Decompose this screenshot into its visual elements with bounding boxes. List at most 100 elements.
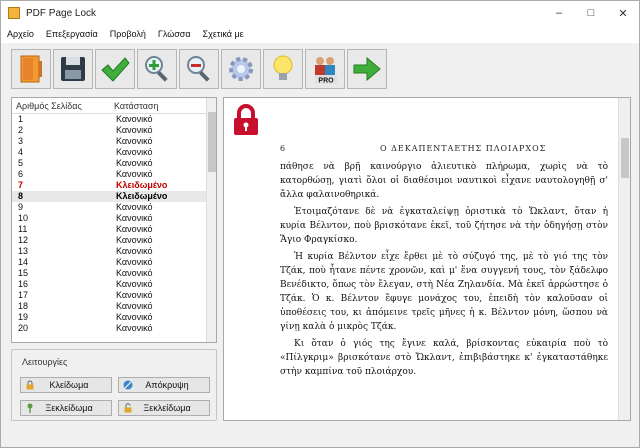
open-icon <box>20 55 42 83</box>
column-page-number[interactable]: Αριθμός Σελίδας <box>12 98 110 113</box>
status-cell: Κλειδωμένο <box>116 191 168 201</box>
page-number-cell: 8 <box>18 191 24 201</box>
status-cell: Κανονικό <box>116 202 153 212</box>
list-scrollbar-thumb[interactable] <box>208 112 216 172</box>
unlock-icon <box>124 403 132 413</box>
page-number-cell: 11 <box>18 224 28 234</box>
status-cell: Κανονικό <box>116 169 153 179</box>
list-item[interactable]: 4 Κανονικό <box>12 147 216 158</box>
list-item[interactable]: 7 Κλειδωμένο <box>12 180 216 191</box>
menu-file[interactable]: Αρχείο <box>7 29 34 39</box>
column-status[interactable]: Κατάσταση <box>110 98 206 113</box>
list-item[interactable]: 16 Κανονικό <box>12 279 216 290</box>
list-item[interactable]: 14 Κανονικό <box>12 257 216 268</box>
page-number-cell: 17 <box>18 290 29 300</box>
lock-button[interactable]: Κλείδωμα <box>20 377 112 393</box>
paragraph: Ἡ κυρία Βέλντον εἶχε ἔρθει μὲ τὸ σύζυγό … <box>280 252 608 332</box>
minimize-button[interactable]: – <box>543 1 575 25</box>
locked-page-icon <box>234 104 258 135</box>
maximize-button[interactable]: □ <box>575 1 607 25</box>
unlock-button-2[interactable]: Ξεκλείδωμα <box>118 400 210 416</box>
hide-button[interactable]: Απόκρυψη <box>118 377 210 393</box>
list-item[interactable]: 15 Κανονικό <box>12 268 216 279</box>
list-item[interactable]: 19 Κανονικό <box>12 312 216 323</box>
list-item[interactable]: 1 Κανονικό <box>12 114 216 125</box>
list-item[interactable]: 11 Κανονικό <box>12 224 216 235</box>
next-arrow-icon <box>353 56 381 82</box>
pro-users-icon: PRO <box>315 57 337 85</box>
page-number-cell: 13 <box>18 246 29 256</box>
list-item[interactable]: 10 Κανονικό <box>12 213 216 224</box>
menu-about[interactable]: Σχετικά με <box>203 29 244 39</box>
next-button[interactable] <box>347 49 387 89</box>
menu-language[interactable]: Γλώσσα <box>158 29 191 39</box>
status-cell: Κανονικό <box>116 279 153 289</box>
list-item[interactable]: 8 Κλειδωμένο <box>12 191 216 202</box>
paragraph: πάθησε νὰ βρῇ καινούργιο ἁλιευτικὸ πλήρω… <box>280 162 608 200</box>
list-item[interactable]: 20 Κανονικό <box>12 323 216 334</box>
list-rows: 1 Κανονικό 2 Κανονικό 3 Κανονικό 4 Κανονικό 5 Καν… <box>12 114 216 334</box>
status-cell: Κανονικό <box>116 301 153 311</box>
check-icon <box>101 57 130 82</box>
settings-button[interactable] <box>221 49 261 89</box>
list-item[interactable]: 13 Κανονικό <box>12 246 216 257</box>
page-number-cell: 16 <box>18 279 29 289</box>
apply-button[interactable] <box>95 49 135 89</box>
page-number: 6 <box>280 144 286 153</box>
status-cell: Κλειδωμένο <box>116 180 168 190</box>
preview-scrollbar-thumb[interactable] <box>621 138 629 178</box>
menu-edit[interactable]: Επεξεργασία <box>46 29 98 39</box>
tips-button[interactable] <box>263 49 303 89</box>
status-cell: Κανονικό <box>116 268 153 278</box>
page-number-cell: 3 <box>18 136 24 146</box>
list-item[interactable]: 2 Κανονικό <box>12 125 216 136</box>
title-bar: PDF Page Lock – □ ✕ <box>1 1 639 25</box>
close-button[interactable]: ✕ <box>607 1 639 25</box>
status-cell: Κανονικό <box>116 323 153 333</box>
app-window: PDF Page Lock – □ ✕ Αρχείο Επεξεργασία Π… <box>0 0 640 448</box>
unlock-pin-icon <box>27 403 33 413</box>
paragraph: Κι ὅταν ὁ γιός της ἔγινε καλά, βρίσκοντα… <box>280 339 608 377</box>
page-list: Αριθμός Σελίδας Κατάσταση 1 Κανονικό 2 Κανο… <box>11 97 217 343</box>
page-number-cell: 4 <box>18 147 24 157</box>
page-preview[interactable]: 6 Ο ΔΕΚΑΠΕΝΤΑΕΤΗΣ ΠΛΟΙΑΡΧΟΣ πάθησε νὰ βρ… <box>223 97 631 421</box>
page-number-cell: 14 <box>18 257 29 267</box>
lightbulb-icon <box>273 55 293 80</box>
list-item[interactable]: 3 Κανονικό <box>12 136 216 147</box>
page-number-cell: 12 <box>18 235 29 245</box>
pro-button[interactable]: PRO <box>305 49 345 89</box>
preview-scrollbar[interactable] <box>618 98 630 420</box>
page-text: πάθησε νὰ βρῇ καινούργιο ἁλιευτικὸ πλήρω… <box>280 160 608 382</box>
zoom-out-button[interactable] <box>179 49 219 89</box>
status-cell: Κανονικό <box>116 224 153 234</box>
save-button[interactable] <box>53 49 93 89</box>
status-cell: Κανονικό <box>116 136 153 146</box>
operations-title: Λειτουργίες <box>22 357 68 367</box>
list-item[interactable]: 12 Κανονικό <box>12 235 216 246</box>
list-item[interactable]: 18 Κανονικό <box>12 301 216 312</box>
list-item[interactable]: 9 Κανονικό <box>12 202 216 213</box>
list-item[interactable]: 6 Κανονικό <box>12 169 216 180</box>
list-scrollbar[interactable] <box>206 98 216 342</box>
page-number-cell: 6 <box>18 169 24 179</box>
window-title: PDF Page Lock <box>26 7 97 19</box>
zoom-in-icon <box>145 56 168 82</box>
status-cell: Κανονικό <box>116 158 153 168</box>
page-number-cell: 1 <box>18 114 24 124</box>
menu-view[interactable]: Προβολή <box>110 29 146 39</box>
app-icon <box>8 7 20 19</box>
status-cell: Κανονικό <box>116 290 153 300</box>
page-number-cell: 2 <box>18 125 24 135</box>
status-cell: Κανονικό <box>116 246 153 256</box>
list-item[interactable]: 5 Κανονικό <box>12 158 216 169</box>
pro-label: PRO <box>318 78 334 85</box>
unlock-button-1[interactable]: Ξεκλείδωμα <box>20 400 112 416</box>
page-number-cell: 9 <box>18 202 24 212</box>
list-item[interactable]: 17 Κανονικό <box>12 290 216 301</box>
page-number-cell: 10 <box>18 213 29 223</box>
status-cell: Κανονικό <box>116 312 153 322</box>
zoom-in-button[interactable] <box>137 49 177 89</box>
toolbar: PRO <box>11 49 631 91</box>
list-header: Αριθμός Σελίδας Κατάσταση <box>12 98 216 114</box>
open-button[interactable] <box>11 49 51 89</box>
